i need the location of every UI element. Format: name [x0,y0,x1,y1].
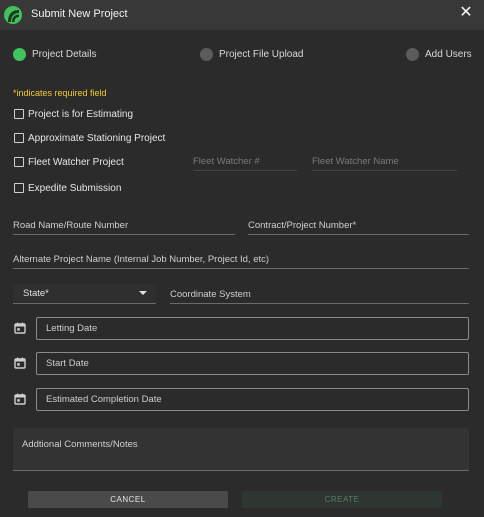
comments-textarea[interactable]: Addtional Comments/Notes [13,428,469,471]
step-indicator-icon [200,47,213,61]
fleet-watcher-number-field[interactable]: Fleet Watcher # [193,155,297,171]
field-placeholder: Letting Date [46,323,98,334]
step-add-users[interactable]: Add Users [406,47,472,61]
checkbox-icon[interactable] [14,157,24,167]
select-value: State* [23,288,49,299]
checkbox-icon[interactable] [14,133,24,143]
alternate-project-name-field[interactable]: Alternate Project Name (Internal Job Num… [13,253,469,269]
calendar-icon[interactable] [14,322,26,334]
create-button[interactable]: CREATE [242,491,442,508]
field-placeholder: Road Name/Route Number [13,220,129,231]
start-date-input[interactable]: Start Date [36,352,469,375]
cancel-button[interactable]: CANCEL [28,491,228,508]
checkbox-icon[interactable] [14,183,24,193]
app-logo-icon [4,6,22,24]
road-name-field[interactable]: Road Name/Route Number [13,219,235,235]
dialog-title: Submit New Project [31,8,128,20]
letting-date-input[interactable]: Letting Date [36,317,469,340]
required-field-note: *indicates required field [13,88,107,98]
completion-date-input[interactable]: Estimated Completion Date [36,388,469,411]
calendar-icon[interactable] [14,393,26,405]
close-icon[interactable]: ✕ [459,5,473,21]
field-placeholder: Contract/Project Number* [248,220,357,231]
checkbox-label: Expedite Submission [28,182,122,194]
field-placeholder: Coordinate System [170,289,251,300]
stationing-checkbox[interactable]: Approximate Stationing Project [14,132,165,144]
field-placeholder: Alternate Project Name (Internal Job Num… [13,254,270,265]
field-placeholder: Estimated Completion Date [46,394,162,405]
title-bar: Submit New Project ✕ [0,0,484,30]
field-placeholder: Fleet Watcher # [193,156,260,167]
caret-down-icon [139,291,147,295]
step-label: Project Details [32,48,97,60]
checkbox-label: Project is for Estimating [28,108,134,120]
field-placeholder: Fleet Watcher Name [312,156,399,167]
estimating-checkbox[interactable]: Project is for Estimating [14,108,133,120]
contract-number-field[interactable]: Contract/Project Number* [248,219,469,235]
step-project-file-upload[interactable]: Project File Upload [200,47,303,61]
field-placeholder: Start Date [46,358,89,369]
step-indicator-icon [406,47,419,61]
state-select[interactable]: State* [13,284,156,304]
fleet-watcher-checkbox[interactable]: Fleet Watcher Project [14,156,124,168]
expedite-checkbox[interactable]: Expedite Submission [14,182,121,194]
fleet-watcher-name-field[interactable]: Fleet Watcher Name [312,155,457,171]
step-project-details[interactable]: Project Details [13,47,96,61]
calendar-icon[interactable] [14,357,26,369]
step-label: Add Users [425,48,472,60]
checkbox-label: Fleet Watcher Project [28,156,124,168]
step-active-indicator-icon [13,47,26,61]
field-placeholder: Addtional Comments/Notes [22,439,138,450]
checkbox-label: Approximate Stationing Project [28,132,166,144]
checkbox-icon[interactable] [14,109,24,119]
coordinate-system-field[interactable]: Coordinate System [170,288,469,304]
step-label: Project File Upload [219,48,304,60]
